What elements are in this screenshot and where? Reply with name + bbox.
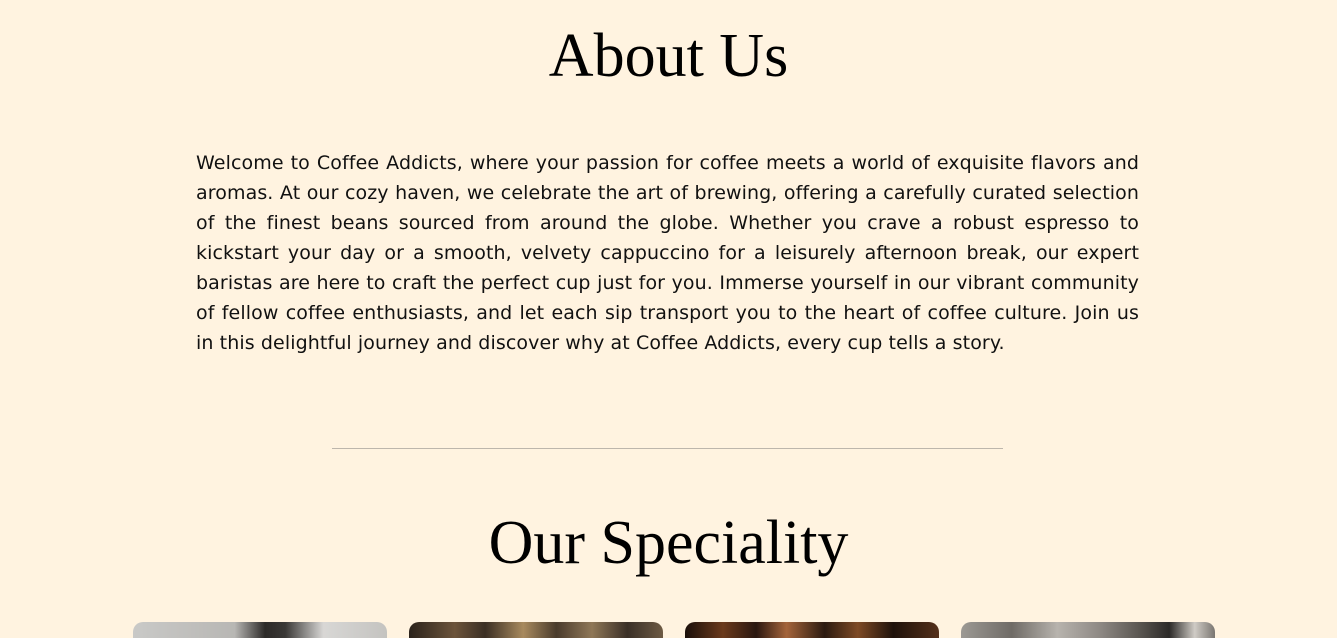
speciality-card-image-4[interactable]: [961, 622, 1215, 638]
about-us-title: About Us: [548, 22, 789, 90]
speciality-card-image-1[interactable]: [133, 622, 387, 638]
section-divider: [332, 448, 1003, 449]
speciality-cards: [133, 622, 1215, 638]
speciality-card-image-2[interactable]: [409, 622, 663, 638]
speciality-card-image-3[interactable]: [685, 622, 939, 638]
about-us-paragraph: Welcome to Coffee Addicts, where your pa…: [196, 152, 1139, 354]
our-speciality-title: Our Speciality: [488, 509, 849, 577]
